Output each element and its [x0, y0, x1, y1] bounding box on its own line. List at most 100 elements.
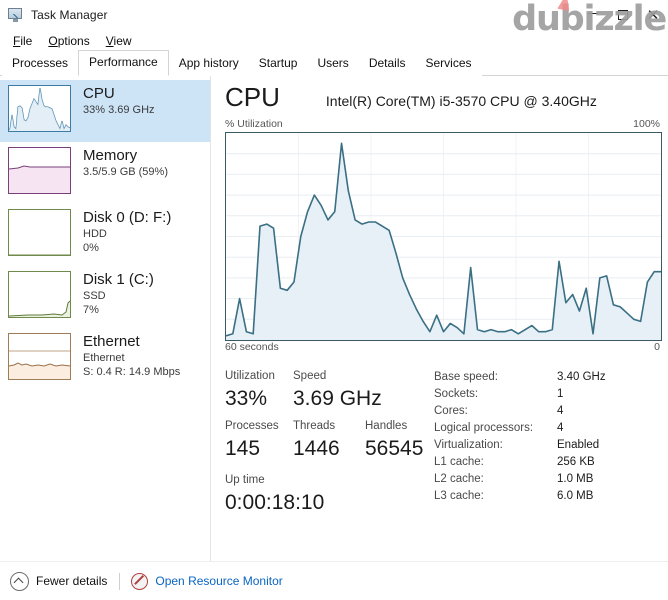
title-bar: Task Manager ✕: [0, 0, 668, 30]
chart-y-axis-labels: % Utilization 100%: [225, 118, 662, 132]
spec-virtualization-key: Virtualization:: [434, 439, 503, 451]
menu-file[interactable]: File: [5, 33, 40, 49]
status-separator: [119, 572, 121, 590]
disk0-thumbnail-graph: [8, 209, 71, 256]
tab-startup[interactable]: Startup: [248, 52, 308, 76]
status-bar: Fewer details Open Resource Monitor: [0, 561, 668, 600]
stat-handles-value: 56545: [365, 437, 424, 460]
menu-view[interactable]: View: [98, 33, 140, 49]
tab-processes[interactable]: Processes: [2, 52, 79, 76]
content-area: CPU 33% 3.69 GHz Memory 3.5/5.9 GB (59%): [0, 76, 668, 561]
sidebar-cpu-title: CPU: [83, 85, 115, 102]
open-resource-monitor-link[interactable]: Open Resource Monitor: [131, 572, 283, 590]
stat-utilization-value: 33%: [225, 387, 268, 410]
minimize-button[interactable]: [578, 2, 608, 28]
cpu-model-label: Intel(R) Core(TM) i5-3570 CPU @ 3.40GHz: [325, 93, 597, 109]
fewer-details-label: Fewer details: [36, 574, 108, 588]
disk1-labels: Disk 1 (C:) SSD 7%: [71, 271, 154, 317]
tab-details[interactable]: Details: [358, 52, 416, 76]
spec-l1-cache: L1 cache: 256 KB: [434, 454, 662, 471]
detail-header: CPU Intel(R) Core(TM) i5-3570 CPU @ 3.40…: [225, 82, 662, 118]
sidebar-memory-title: Memory: [83, 147, 138, 164]
sidebar-ethernet-line2: S: 0.4 R: 14.9 Mbps: [83, 366, 181, 378]
sidebar-item-disk0[interactable]: Disk 0 (D: F:) HDD 0%: [0, 204, 210, 266]
sidebar-item-cpu[interactable]: CPU 33% 3.69 GHz: [0, 80, 210, 142]
chevron-up-icon: [10, 571, 29, 591]
sidebar-disk0-title: Disk 0 (D: F:): [83, 209, 172, 226]
cpu-utilization-chart[interactable]: [225, 132, 662, 341]
window-title: Task Manager: [31, 8, 108, 22]
memory-thumbnail-graph: [8, 147, 71, 194]
stats-area: Utilization 33% Speed 3.69 GHz Processes…: [225, 355, 662, 561]
spec-cores-value: 4: [557, 405, 564, 417]
sidebar-memory-line1: 3.5/5.9 GB (59%): [83, 166, 168, 178]
stat-speed: Speed 3.69 GHz: [293, 368, 382, 418]
spec-sockets-value: 1: [557, 388, 564, 400]
spec-base-speed-key: Base speed:: [434, 371, 498, 383]
stat-threads: Threads 1446: [293, 418, 365, 468]
sidebar-item-memory[interactable]: Memory 3.5/5.9 GB (59%): [0, 142, 210, 204]
tab-users[interactable]: Users: [307, 52, 359, 76]
stat-uptime-value: 0:00:18:10: [225, 491, 325, 514]
maximize-button[interactable]: [608, 2, 638, 28]
resource-monitor-icon: [131, 572, 149, 590]
fewer-details-button[interactable]: Fewer details: [10, 571, 108, 591]
spec-l3-cache-value: 6.0 MB: [557, 490, 594, 502]
spec-base-speed-value: 3.40 GHz: [557, 371, 606, 383]
stat-handles-label: Handles: [365, 420, 408, 432]
tab-app-history[interactable]: App history: [168, 52, 249, 76]
resource-sidebar: CPU 33% 3.69 GHz Memory 3.5/5.9 GB (59%): [0, 76, 211, 561]
y-axis-max: 100%: [633, 118, 660, 130]
stat-processes-value: 145: [225, 437, 261, 460]
tab-performance[interactable]: Performance: [78, 50, 169, 76]
spec-l2-cache: L2 cache: 1.0 MB: [434, 471, 662, 488]
disk1-thumbnail-graph: [8, 271, 71, 318]
spec-logical-processors-key: Logical processors:: [434, 422, 534, 434]
sidebar-disk1-line2: 7%: [83, 304, 99, 316]
sidebar-disk1-title: Disk 1 (C:): [83, 271, 154, 288]
stat-row-1: Utilization 33% Speed 3.69 GHz: [225, 368, 430, 418]
spec-l2-cache-key: L2 cache:: [434, 473, 484, 485]
spec-l2-cache-value: 1.0 MB: [557, 473, 594, 485]
stats-left-column: Utilization 33% Speed 3.69 GHz Processes…: [225, 368, 430, 561]
spec-logical-processors-value: 4: [557, 422, 564, 434]
stat-threads-label: Threads: [293, 420, 336, 432]
spec-sockets: Sockets: 1: [434, 386, 662, 403]
cpu-chart-svg: [226, 133, 661, 340]
cpu-labels: CPU 33% 3.69 GHz: [71, 85, 155, 117]
stat-handles: Handles 56545: [365, 418, 430, 468]
sidebar-disk0-line1: HDD: [83, 228, 107, 240]
stat-utilization-label: Utilization: [225, 370, 275, 382]
cpu-specs-list: Base speed: 3.40 GHz Sockets: 1 Cores: 4…: [430, 368, 662, 561]
disk0-labels: Disk 0 (D: F:) HDD 0%: [71, 209, 171, 255]
menu-options[interactable]: Options: [40, 33, 97, 49]
stat-utilization: Utilization 33%: [225, 368, 293, 418]
x-axis-left: 60 seconds: [225, 341, 279, 353]
cpu-detail-panel: CPU Intel(R) Core(TM) i5-3570 CPU @ 3.40…: [211, 76, 668, 561]
spec-sockets-key: Sockets:: [434, 388, 479, 400]
cpu-thumbnail-graph: [8, 85, 71, 132]
task-manager-window: Task Manager ✕ dubizzle File Options Vie…: [0, 0, 668, 600]
sidebar-item-ethernet[interactable]: Ethernet Ethernet S: 0.4 R: 14.9 Mbps: [0, 328, 210, 390]
spec-logical-processors: Logical processors: 4: [434, 420, 662, 437]
spec-cores: Cores: 4: [434, 403, 662, 420]
spec-l1-cache-key: L1 cache:: [434, 456, 484, 468]
spec-l1-cache-value: 256 KB: [557, 456, 595, 468]
stat-uptime-label: Up time: [225, 474, 265, 486]
spec-virtualization-value: Enabled: [557, 439, 600, 451]
tab-services[interactable]: Services: [415, 52, 482, 76]
stat-uptime: Up time 0:00:18:10: [225, 472, 430, 518]
ethernet-thumbnail-graph: [8, 333, 71, 380]
x-axis-right: 0: [654, 341, 660, 353]
sidebar-item-disk1[interactable]: Disk 1 (C:) SSD 7%: [0, 266, 210, 328]
memory-labels: Memory 3.5/5.9 GB (59%): [71, 147, 168, 179]
close-button[interactable]: ✕: [638, 2, 668, 28]
stat-processes: Processes 145: [225, 418, 293, 468]
y-axis-label: % Utilization: [225, 118, 283, 130]
tab-strip: Processes Performance App history Startu…: [0, 50, 668, 76]
sidebar-ethernet-title: Ethernet: [83, 333, 140, 350]
chart-x-axis-labels: 60 seconds 0: [225, 341, 662, 355]
sidebar-disk1-line1: SSD: [83, 290, 106, 302]
spec-cores-key: Cores:: [434, 405, 468, 417]
spec-l3-cache-key: L3 cache:: [434, 490, 484, 502]
